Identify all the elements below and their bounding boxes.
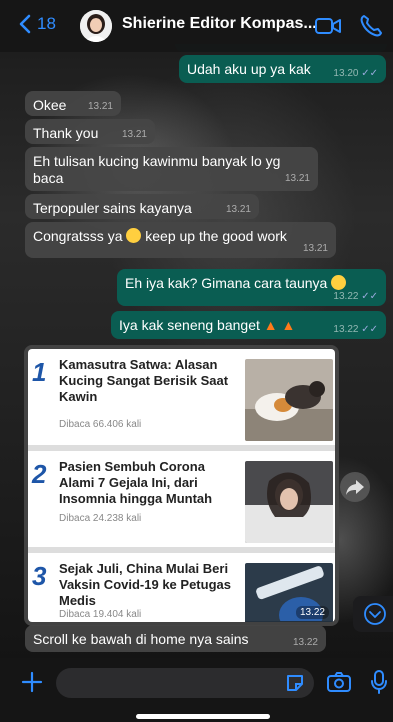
scroll-down-button[interactable] [353,596,393,632]
message-time: 13.21 [121,129,147,140]
grin-emoji-icon [331,275,347,290]
read-receipt-icon: ✓✓ [361,68,378,79]
article-item: 2 Pasien Sembuh Corona Alami 7 Gejala In… [28,451,335,546]
message-time: 13.21 [284,173,310,184]
chat-header: 18 Shierine Editor Kompas... [0,0,393,52]
article-title: Kamasutra Satwa: Alasan Kucing Sangat Be… [59,357,229,404]
message-bubble-incoming[interactable]: Thank you 13.21 [25,119,155,144]
message-time: 13.21 [225,204,251,215]
image-message-screenshot[interactable]: 1 Kamasutra Satwa: Alasan Kucing Sangat … [28,349,335,622]
image-time: 13.22 [295,606,329,619]
message-bubble-outgoing[interactable]: Udah aku up ya kak 13.20 ✓✓ [179,55,386,83]
video-call-icon[interactable] [314,13,342,39]
unread-count: 18 [37,14,56,33]
article-views: Dibaca 66.406 kali [59,419,142,430]
message-bubble-incoming[interactable]: Terpopuler sains kayanya 13.21 [25,194,259,219]
article-views: Dibaca 24.238 kali [59,513,142,524]
back-button[interactable]: 18 [18,14,56,34]
microphone-icon[interactable] [369,669,389,695]
message-bubble-incoming[interactable]: Okee 13.21 [25,91,121,116]
cat-photo-thumbnail [245,359,333,441]
article-rank: 2 [32,459,47,489]
grin-emoji-icon [126,228,142,243]
article-item: 1 Kamasutra Satwa: Alasan Kucing Sangat … [28,349,335,444]
chevron-left-icon [19,14,31,34]
phone-icon[interactable] [358,13,386,39]
message-time: 13.20 ✓✓ [333,68,378,79]
forward-icon [346,480,364,495]
plus-icon[interactable] [20,670,44,694]
message-time: 13.22 ✓✓ [333,324,378,335]
home-indicator [136,714,270,719]
message-bubble-incoming[interactable]: Eh tulisan kucing kawinmu banyak lo yg b… [25,147,318,191]
camera-icon[interactable] [326,670,352,694]
avatar-image [80,10,112,42]
fire-emoji-icon: ▲ [281,317,296,333]
scroll-down-icon [364,603,386,625]
read-receipt-icon: ✓✓ [361,324,378,335]
message-bubble-outgoing[interactable]: Iya kak seneng banget ▲ ▲ 13.22 ✓✓ [111,311,386,339]
avatar[interactable] [80,10,112,42]
article-rank: 1 [32,357,47,387]
article-item: 3 Sejak Juli, China Mulai Beri Vaksin Co… [28,553,335,622]
fire-emoji-icon: ▲ [263,317,278,333]
chat-screen: 18 Shierine Editor Kompas... Udah aku up… [0,0,393,722]
contact-name[interactable]: Shierine Editor Kompas... [122,15,317,33]
message-input[interactable] [56,668,314,698]
message-bubble-outgoing[interactable]: Eh iya kak? Gimana cara taunya 13.22 ✓✓ [117,269,386,306]
read-receipt-icon: ✓✓ [361,291,378,302]
sticker-icon[interactable] [284,672,306,694]
insomnia-photo-thumbnail [245,461,333,543]
message-time: 13.21 [87,101,113,112]
article-title: Sejak Juli, China Mulai Beri Vaksin Covi… [59,561,231,608]
message-bubble-incoming[interactable]: Scroll ke bawah di home nya sains 13.22 [25,625,326,652]
article-rank: 3 [32,561,47,591]
message-time: 13.22 [292,637,318,648]
article-views: Dibaca 19.404 kali [59,609,142,620]
message-time: 13.21 [302,243,328,254]
message-bubble-incoming[interactable]: Congratsss ya keep up the good work 13.2… [25,222,336,258]
message-composer [0,658,393,722]
message-time: 13.22 ✓✓ [333,291,378,302]
forward-button[interactable] [340,472,370,502]
article-title: Pasien Sembuh Corona Alami 7 Gejala Ini,… [59,459,213,506]
